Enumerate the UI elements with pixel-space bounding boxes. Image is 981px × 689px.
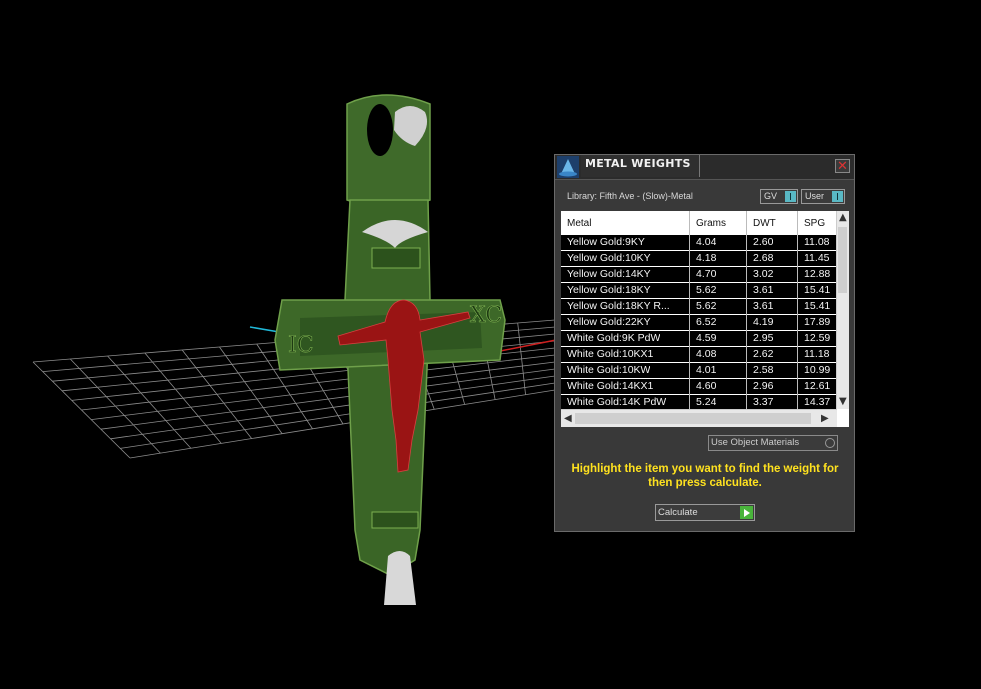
cell-spg: 17.89 [804,316,831,328]
cell-spg: 14.37 [804,396,831,408]
radio-icon[interactable] [825,438,835,448]
table-row[interactable]: White Gold:10KX1 4.08 2.62 11.18 [561,347,837,363]
table-row[interactable]: White Gold:10KW 4.01 2.58 10.99 [561,363,837,379]
cell-metal: Yellow Gold:14KY [567,268,651,280]
horizontal-scroll-thumb[interactable] [575,413,811,424]
horizontal-scrollbar[interactable]: ◀ ▶ [561,409,837,427]
play-icon [740,506,753,519]
use-object-materials-label: Use Object Materials [711,437,800,448]
close-icon[interactable]: ✕ [835,159,850,173]
table-row[interactable]: White Gold:14KX1 4.60 2.96 12.61 [561,379,837,395]
cell-metal: White Gold:9K PdW [567,332,661,344]
column-divider [797,211,798,409]
cell-metal: Yellow Gold:9KY [567,236,645,248]
cell-dwt: 2.95 [753,332,774,344]
metal-weights-panel[interactable]: METAL WEIGHTS ✕ Library: Fifth Ave - (Sl… [554,154,855,532]
cell-spg: 12.59 [804,332,831,344]
table-row[interactable]: White Gold:9K PdW 4.59 2.95 12.59 [561,331,837,347]
cell-spg: 12.61 [804,380,831,392]
cell-dwt: 2.96 [753,380,774,392]
cell-grams: 5.62 [696,300,717,312]
column-header-metal[interactable]: Metal [567,218,591,229]
table-row[interactable]: Yellow Gold:22KY 6.52 4.19 17.89 [561,315,837,331]
cell-spg: 10.99 [804,364,831,376]
cell-dwt: 2.68 [753,252,774,264]
user-toggle[interactable]: User [801,189,845,204]
gv-toggle-label: GV [764,191,778,201]
cell-metal: White Gold:10KX1 [567,348,654,360]
cell-grams: 4.18 [696,252,717,264]
cell-metal: White Gold:14KX1 [567,380,654,392]
instruction-text: Highlight the item you want to find the … [571,463,839,489]
calculate-button[interactable]: Calculate [655,504,755,521]
cross-pendant-model[interactable]: IC XC [274,94,506,605]
scroll-left-icon[interactable]: ◀ [564,414,572,424]
vertical-scroll-thumb[interactable] [838,227,847,293]
table-row[interactable]: Yellow Gold:18KY R... 5.62 3.61 15.41 [561,299,837,315]
user-toggle-label: User [805,191,825,201]
cell-grams: 5.62 [696,284,717,296]
cell-grams: 4.04 [696,236,717,248]
metal-table[interactable]: Metal Grams DWT SPG Yellow Gold:9KY 4.04 2… [561,211,849,427]
column-header-spg[interactable]: SPG [804,218,825,229]
panel-titlebar[interactable]: METAL WEIGHTS ✕ [555,155,854,180]
scroll-down-icon[interactable]: ▼ [839,397,847,407]
inscription-ic: IC [288,333,314,358]
table-row[interactable]: Yellow Gold:18KY 5.62 3.61 15.41 [561,283,837,299]
cell-dwt: 3.02 [753,268,774,280]
cell-grams: 4.60 [696,380,717,392]
cell-metal: White Gold:10KW [567,364,651,376]
column-header-dwt[interactable]: DWT [753,218,776,229]
cell-dwt: 2.62 [753,348,774,360]
top-plaque [371,247,421,269]
cell-grams: 4.70 [696,268,717,280]
cell-dwt: 3.61 [753,284,774,296]
bail-hole [367,104,393,156]
table-row[interactable]: Yellow Gold:10KY 4.18 2.68 11.45 [561,251,837,267]
gv-toggle[interactable]: GV [760,189,798,204]
panel-title: METAL WEIGHTS [585,157,691,170]
library-label: Library: Fifth Ave - (Slow)-Metal [567,191,693,201]
cell-dwt: 3.37 [753,396,774,408]
cell-metal: Yellow Gold:18KY R... [567,300,670,312]
user-toggle-switch [832,191,843,202]
cell-spg: 11.18 [804,348,830,360]
cell-dwt: 2.58 [753,364,774,376]
cell-dwt: 2.60 [753,236,774,248]
cell-grams: 4.59 [696,332,717,344]
table-row[interactable]: Yellow Gold:14KY 4.70 3.02 12.88 [561,267,837,283]
table-body: Yellow Gold:9KY 4.04 2.60 11.08 Yellow Gold:… [561,235,837,411]
inscription-xc: XC [470,303,502,328]
table-row[interactable]: Yellow Gold:9KY 4.04 2.60 11.08 [561,235,837,251]
wizard-hat-icon [557,156,579,178]
scroll-up-icon[interactable]: ▲ [839,213,847,223]
column-divider [746,211,747,409]
gv-toggle-switch [785,191,796,202]
cell-dwt: 3.61 [753,300,774,312]
cell-grams: 5.24 [696,396,717,408]
cell-metal: Yellow Gold:22KY [567,316,651,328]
cell-metal: White Gold:14K PdW [567,396,667,408]
cell-spg: 15.41 [804,284,831,296]
cell-metal: Yellow Gold:10KY [567,252,651,264]
calculate-label: Calculate [658,507,698,518]
cell-grams: 4.01 [696,364,717,376]
cell-spg: 15.41 [804,300,831,312]
cell-grams: 4.08 [696,348,717,360]
cell-grams: 6.52 [696,316,717,328]
use-object-materials-option[interactable]: Use Object Materials [708,435,838,451]
cell-spg: 11.08 [804,236,830,248]
cell-spg: 12.88 [804,268,831,280]
column-header-grams[interactable]: Grams [696,218,726,229]
cell-dwt: 4.19 [753,316,774,328]
column-divider [689,211,690,409]
cell-metal: Yellow Gold:18KY [567,284,651,296]
table-header: Metal Grams DWT SPG [561,211,837,235]
cell-spg: 11.45 [804,252,830,264]
bottom-plaque [371,511,419,529]
scroll-right-icon[interactable]: ▶ [821,414,829,424]
vertical-scrollbar[interactable]: ▲ ▼ [836,211,849,409]
